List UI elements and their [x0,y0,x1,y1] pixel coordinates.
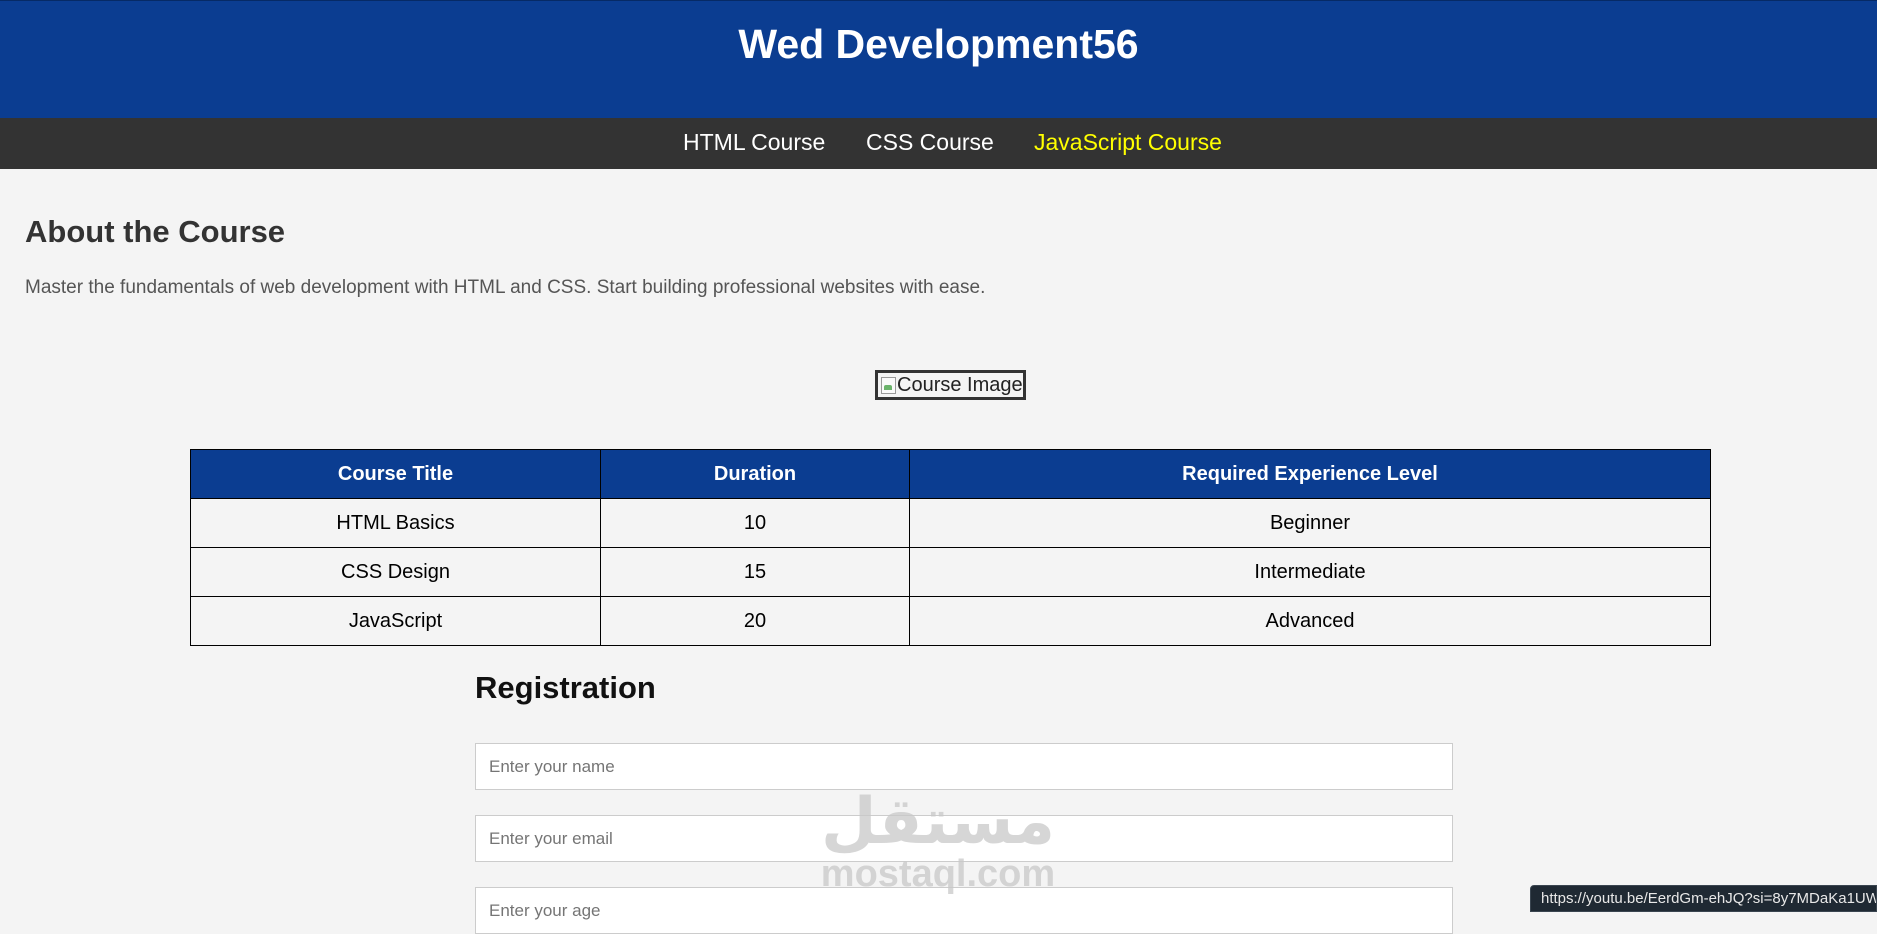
table-row: HTML Basics 10 Beginner [190,498,1711,548]
site-header: Wed Development56 [0,0,1877,118]
table-cell: 15 [600,547,910,597]
status-bar-url: https://youtu.be/EerdGm-ehJQ?si=8y7MDaKa… [1530,885,1877,912]
course-table: Course Title Duration Required Experienc… [190,449,1711,646]
about-text: Master the fundamentals of web developme… [25,277,986,298]
email-input[interactable] [475,815,1453,862]
nav-link-css-course[interactable]: CSS Course [866,129,994,156]
table-cell: Beginner [909,498,1711,548]
table-row: CSS Design 15 Intermediate [190,547,1711,597]
broken-image-icon [880,376,896,394]
table-header-experience-level: Required Experience Level [909,449,1711,499]
nav-link-html-course[interactable]: HTML Course [683,129,825,156]
table-row: JavaScript 20 Advanced [190,596,1711,646]
table-cell: 20 [600,596,910,646]
name-input[interactable] [475,743,1453,790]
course-image-alt: Course Image [897,373,1023,396]
age-input[interactable] [475,887,1453,934]
table-cell: CSS Design [190,547,601,597]
table-cell: JavaScript [190,596,601,646]
site-title: Wed Development56 [738,21,1139,67]
table-header-course-title: Course Title [190,449,601,499]
table-cell: Intermediate [909,547,1711,597]
nav-bar: HTML Course CSS Course JavaScript Course [0,118,1877,169]
about-title: About the Course [25,214,286,249]
table-cell: Advanced [909,596,1711,646]
table-cell: 10 [600,498,910,548]
nav-link-javascript-course[interactable]: JavaScript Course [1034,129,1222,156]
table-cell: HTML Basics [190,498,601,548]
table-header-duration: Duration [600,449,910,499]
registration-title: Registration [475,670,656,705]
course-image: Course Image [875,370,1026,400]
table-header-row: Course Title Duration Required Experienc… [190,449,1711,499]
